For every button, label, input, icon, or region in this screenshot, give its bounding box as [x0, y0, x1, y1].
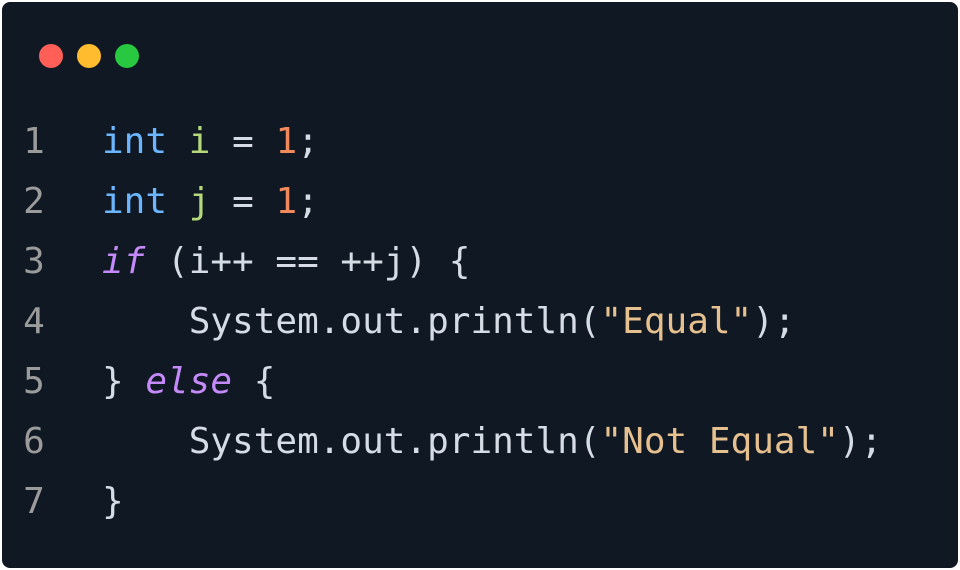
code-token: int — [102, 121, 168, 162]
code-token: "Equal" — [600, 301, 753, 342]
code-token: (i++ == ++j) { — [145, 241, 471, 282]
code-token: ); — [838, 421, 883, 462]
code-token: = — [210, 181, 276, 222]
code-token: ; — [297, 181, 319, 222]
line-number: 4 — [23, 301, 45, 342]
code-token: } — [102, 481, 124, 522]
code-text: System.out.println("Equal"); — [102, 292, 796, 352]
line-number: 6 — [23, 421, 45, 462]
code-token: ); — [752, 301, 796, 342]
close-dot[interactable] — [39, 44, 63, 68]
code-token: "Not Equal" — [600, 421, 839, 462]
code-token: = — [210, 121, 276, 162]
code-text: } else { — [102, 352, 275, 412]
code-token: 1 — [275, 121, 298, 162]
code-line: 3 if (i++ == ++j) { — [2, 232, 882, 292]
code-token: i — [188, 121, 211, 162]
code-text: int i = 1; — [102, 112, 319, 172]
code-line: 1 int i = 1; — [2, 112, 882, 172]
line-number: 2 — [23, 181, 45, 222]
code-text: System.out.println("Not Equal"); — [102, 412, 883, 472]
code-line: 7} — [2, 472, 882, 532]
code-window: 1 int i = 1; 2 int j = 1; 3 if (i++ == ++j) {… — [2, 2, 958, 568]
code-block: 1 int i = 1; 2 int j = 1; 3 if (i++ == ++j) {… — [2, 112, 882, 532]
code-token: j — [188, 181, 211, 222]
code-token: 1 — [275, 181, 298, 222]
code-text: int j = 1; — [102, 172, 319, 232]
minimize-dot[interactable] — [77, 44, 101, 68]
code-token: System.out.println( — [102, 301, 601, 342]
code-text: } — [102, 472, 124, 532]
line-number: 1 — [23, 121, 45, 162]
line-number: 5 — [23, 361, 45, 402]
code-line: 2 int j = 1; — [2, 172, 882, 232]
code-token: if — [102, 241, 146, 282]
line-number: 7 — [23, 481, 45, 522]
line-number: 3 — [23, 241, 45, 282]
code-token: } — [102, 361, 146, 402]
code-token: { — [232, 361, 276, 402]
code-line: 6 System.out.println("Not Equal"); — [2, 412, 882, 472]
code-token: int — [102, 181, 168, 222]
code-text: if (i++ == ++j) { — [102, 232, 470, 292]
code-line: 5} else { — [2, 352, 882, 412]
code-line: 4 System.out.println("Equal"); — [2, 292, 882, 352]
code-token: else — [145, 361, 233, 402]
maximize-dot[interactable] — [115, 44, 139, 68]
window-controls — [39, 44, 139, 68]
code-token: System.out.println( — [102, 421, 601, 462]
code-token: ; — [297, 121, 319, 162]
